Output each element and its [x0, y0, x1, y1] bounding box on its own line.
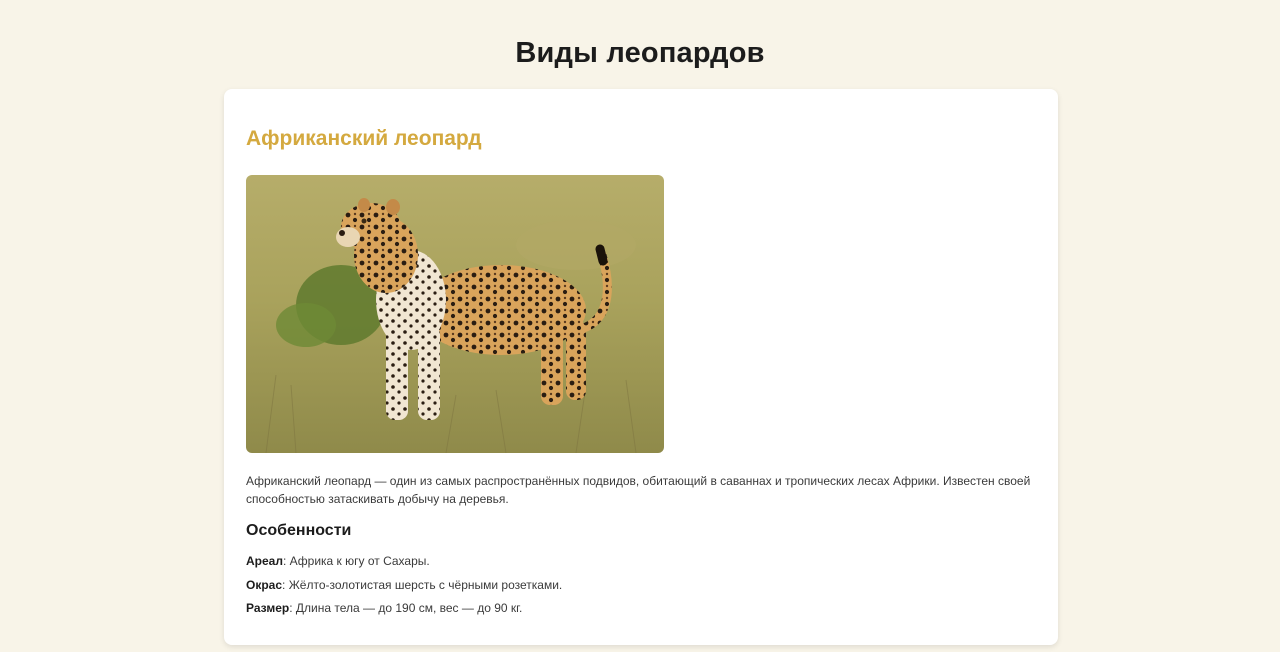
species-card: Африканский леопард Африканский леопард …: [224, 89, 1058, 645]
feature-value: : Жёлто-золотистая шерсть с чёрными розе…: [282, 578, 563, 592]
feature-coloration: Окрас: Жёлто-золотистая шерсть с чёрными…: [246, 577, 562, 593]
feature-label: Ареал: [246, 554, 283, 568]
species-description: Африканский леопард — один из самых расп…: [246, 474, 1031, 506]
feature-value: : Длина тела — до 190 см, вес — до 90 кг…: [289, 601, 523, 615]
feature-size: Размер: Длина тела — до 190 см, вес — до…: [246, 600, 522, 616]
feature-habitat: Ареал: Африка к югу от Сахары.: [246, 553, 430, 569]
feature-label: Размер: [246, 601, 290, 615]
feature-value: : Африка к югу от Сахары.: [282, 554, 430, 568]
features-heading: Особенности: [246, 522, 352, 539]
leopard-image: [246, 175, 664, 453]
species-title: Африканский леопард: [246, 127, 482, 150]
feature-label: Окрас: [246, 578, 283, 592]
page-title: Виды леопардов: [515, 37, 765, 70]
